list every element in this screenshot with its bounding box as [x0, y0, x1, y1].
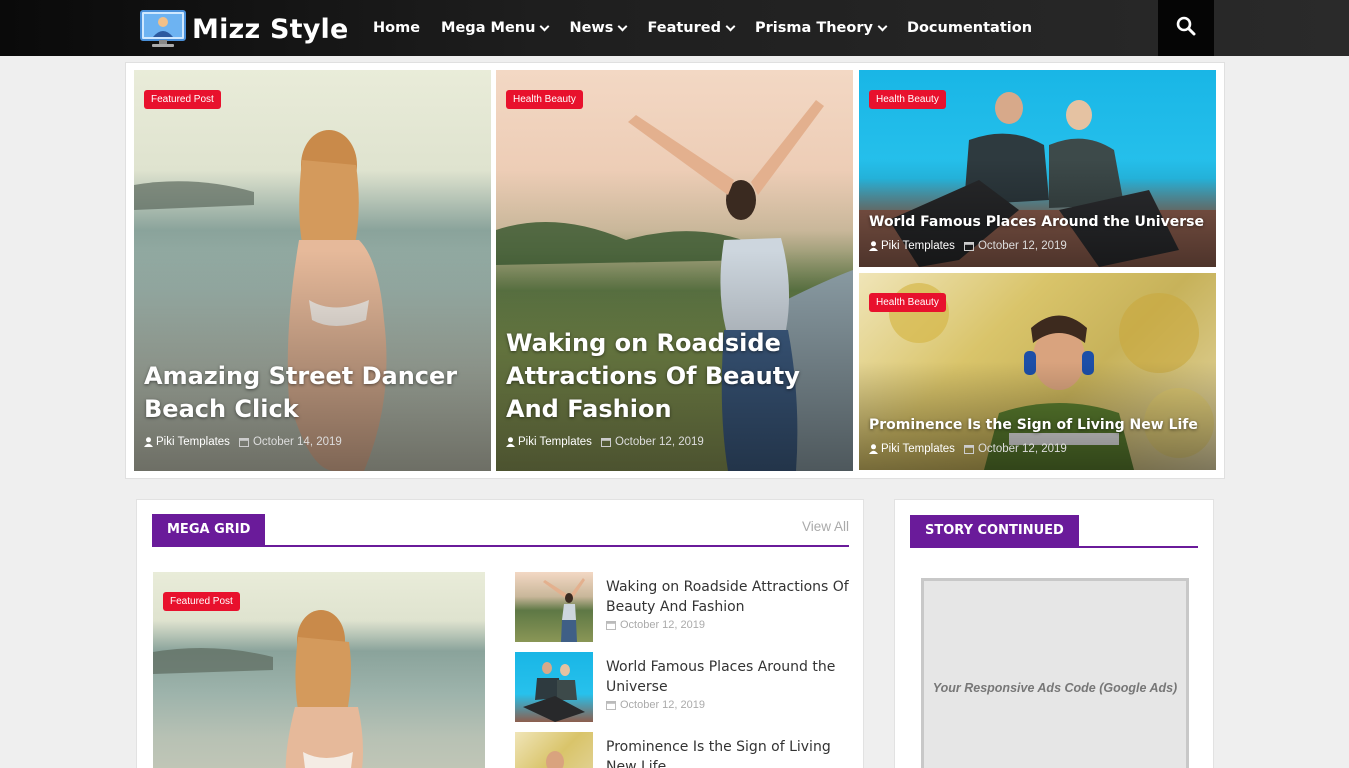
post-thumbnail[interactable] [515, 652, 593, 722]
calendar-icon [963, 445, 974, 454]
calendar-icon [238, 438, 249, 447]
author-name: Piki Templates [881, 443, 955, 455]
chevron-down-icon [617, 21, 628, 31]
post-title[interactable]: World Famous Places Around the Universe [606, 657, 856, 697]
ad-text: Your Responsive Ads Code (Google Ads) [932, 681, 1178, 695]
post-thumbnail[interactable] [515, 572, 593, 642]
post-title[interactable]: World Famous Places Around the Universe [869, 213, 1204, 231]
category-badge[interactable]: Health Beauty [869, 293, 946, 312]
nav-item-home[interactable]: Home [373, 20, 420, 36]
list-item[interactable]: Prominence Is the Sign of Living New Lif… [515, 732, 855, 768]
post-date: October 12, 2019 [600, 436, 704, 448]
main-nav: Home Mega Menu News Featured Prisma Theo… [373, 0, 1053, 56]
category-badge[interactable]: Featured Post [163, 592, 240, 611]
featured-post-tile[interactable]: Health Beauty Waking on Roadside Attract… [496, 70, 853, 471]
user-icon [869, 444, 878, 454]
post-title[interactable]: Prominence Is the Sign of Living New Lif… [869, 416, 1198, 434]
post-title[interactable]: Prominence Is the Sign of Living New Lif… [606, 737, 856, 768]
featured-grid: Featured Post Amazing Street Dancer Beac… [125, 62, 1225, 479]
category-badge[interactable]: Featured Post [144, 90, 221, 109]
author-name: Piki Templates [518, 436, 592, 448]
mega-feature-post[interactable]: Featured Post [153, 572, 485, 768]
category-badge[interactable]: Health Beauty [506, 90, 583, 109]
user-icon [506, 437, 515, 447]
nav-label: Documentation [906, 20, 1033, 36]
post-meta: Piki Templates October 12, 2019 [869, 240, 1067, 252]
list-item[interactable]: World Famous Places Around the Universe … [515, 652, 855, 722]
post-date: October 12, 2019 [606, 619, 705, 631]
post-title[interactable]: Waking on Roadside Attractions Of Beauty… [606, 577, 856, 617]
post-meta: Piki Templates October 12, 2019 [869, 443, 1067, 455]
post-date: October 12, 2019 [963, 240, 1067, 252]
date-text: October 12, 2019 [620, 619, 706, 631]
date-text: October 12, 2019 [614, 436, 704, 448]
search-button[interactable] [1158, 0, 1214, 56]
nav-item-prisma-theory[interactable]: Prisma Theory [755, 20, 888, 36]
chevron-down-icon [725, 21, 736, 31]
post-date: October 12, 2019 [963, 443, 1067, 455]
search-icon [1176, 16, 1196, 40]
nav-label: Featured [647, 20, 721, 36]
post-date: October 12, 2019 [606, 699, 705, 711]
chevron-down-icon [877, 21, 888, 31]
featured-post-tile[interactable]: Health Beauty Prominence Is the Sign of … [859, 273, 1216, 470]
section-label[interactable]: MEGA GRID [152, 514, 266, 546]
author-name: Piki Templates [881, 240, 955, 252]
post-author[interactable]: Piki Templates [506, 436, 592, 448]
date-text: October 12, 2019 [977, 240, 1067, 252]
section-header: MEGA GRID View All [152, 514, 849, 547]
chevron-down-icon [539, 21, 550, 31]
view-all-link[interactable]: View All [802, 519, 849, 534]
post-author[interactable]: Piki Templates [869, 240, 955, 252]
post-date: October 14, 2019 [238, 436, 342, 448]
calendar-icon [600, 438, 611, 447]
category-badge[interactable]: Health Beauty [869, 90, 946, 109]
section-header: STORY CONTINUED [910, 515, 1198, 548]
post-author[interactable]: Piki Templates [869, 443, 955, 455]
site-header: Mizz Style Home Mega Menu News Featured … [0, 0, 1349, 56]
date-text: October 12, 2019 [977, 443, 1067, 455]
user-icon [144, 437, 153, 447]
nav-label: Home [373, 20, 421, 36]
author-name: Piki Templates [156, 436, 230, 448]
featured-post-tile[interactable]: Health Beauty World Famous Places Around… [859, 70, 1216, 267]
site-logo[interactable]: Mizz Style [140, 10, 348, 48]
post-title[interactable]: Amazing Street Dancer Beach Click [144, 360, 474, 426]
calendar-icon [606, 701, 616, 710]
nav-label: News [569, 20, 614, 36]
logo-text: Mizz Style [192, 13, 349, 45]
nav-item-featured[interactable]: Featured [647, 20, 736, 36]
post-meta: Piki Templates October 14, 2019 [144, 436, 342, 448]
monitor-person-icon [140, 10, 186, 48]
mega-grid-section: MEGA GRID View All Featured Post Waking … [136, 499, 864, 768]
post-author[interactable]: Piki Templates [144, 436, 230, 448]
date-text: October 14, 2019 [252, 436, 342, 448]
ad-placeholder[interactable]: Your Responsive Ads Code (Google Ads) [921, 578, 1189, 768]
nav-label: Mega Menu [441, 20, 536, 36]
date-text: October 12, 2019 [620, 699, 706, 711]
nav-item-news[interactable]: News [569, 20, 628, 36]
post-title[interactable]: Waking on Roadside Attractions Of Beauty… [506, 327, 836, 426]
post-meta: Piki Templates October 12, 2019 [506, 436, 704, 448]
post-thumbnail[interactable] [515, 732, 593, 768]
user-icon [869, 241, 878, 251]
nav-item-mega-menu[interactable]: Mega Menu [441, 20, 550, 36]
calendar-icon [963, 242, 974, 251]
section-label[interactable]: STORY CONTINUED [910, 515, 1079, 547]
story-continued-section: STORY CONTINUED Your Responsive Ads Code… [894, 499, 1214, 768]
featured-post-tile[interactable]: Featured Post Amazing Street Dancer Beac… [134, 70, 491, 471]
nav-label: Prisma Theory [755, 20, 873, 36]
nav-item-documentation[interactable]: Documentation [907, 20, 1032, 36]
calendar-icon [606, 621, 616, 630]
list-item[interactable]: Waking on Roadside Attractions Of Beauty… [515, 572, 855, 642]
